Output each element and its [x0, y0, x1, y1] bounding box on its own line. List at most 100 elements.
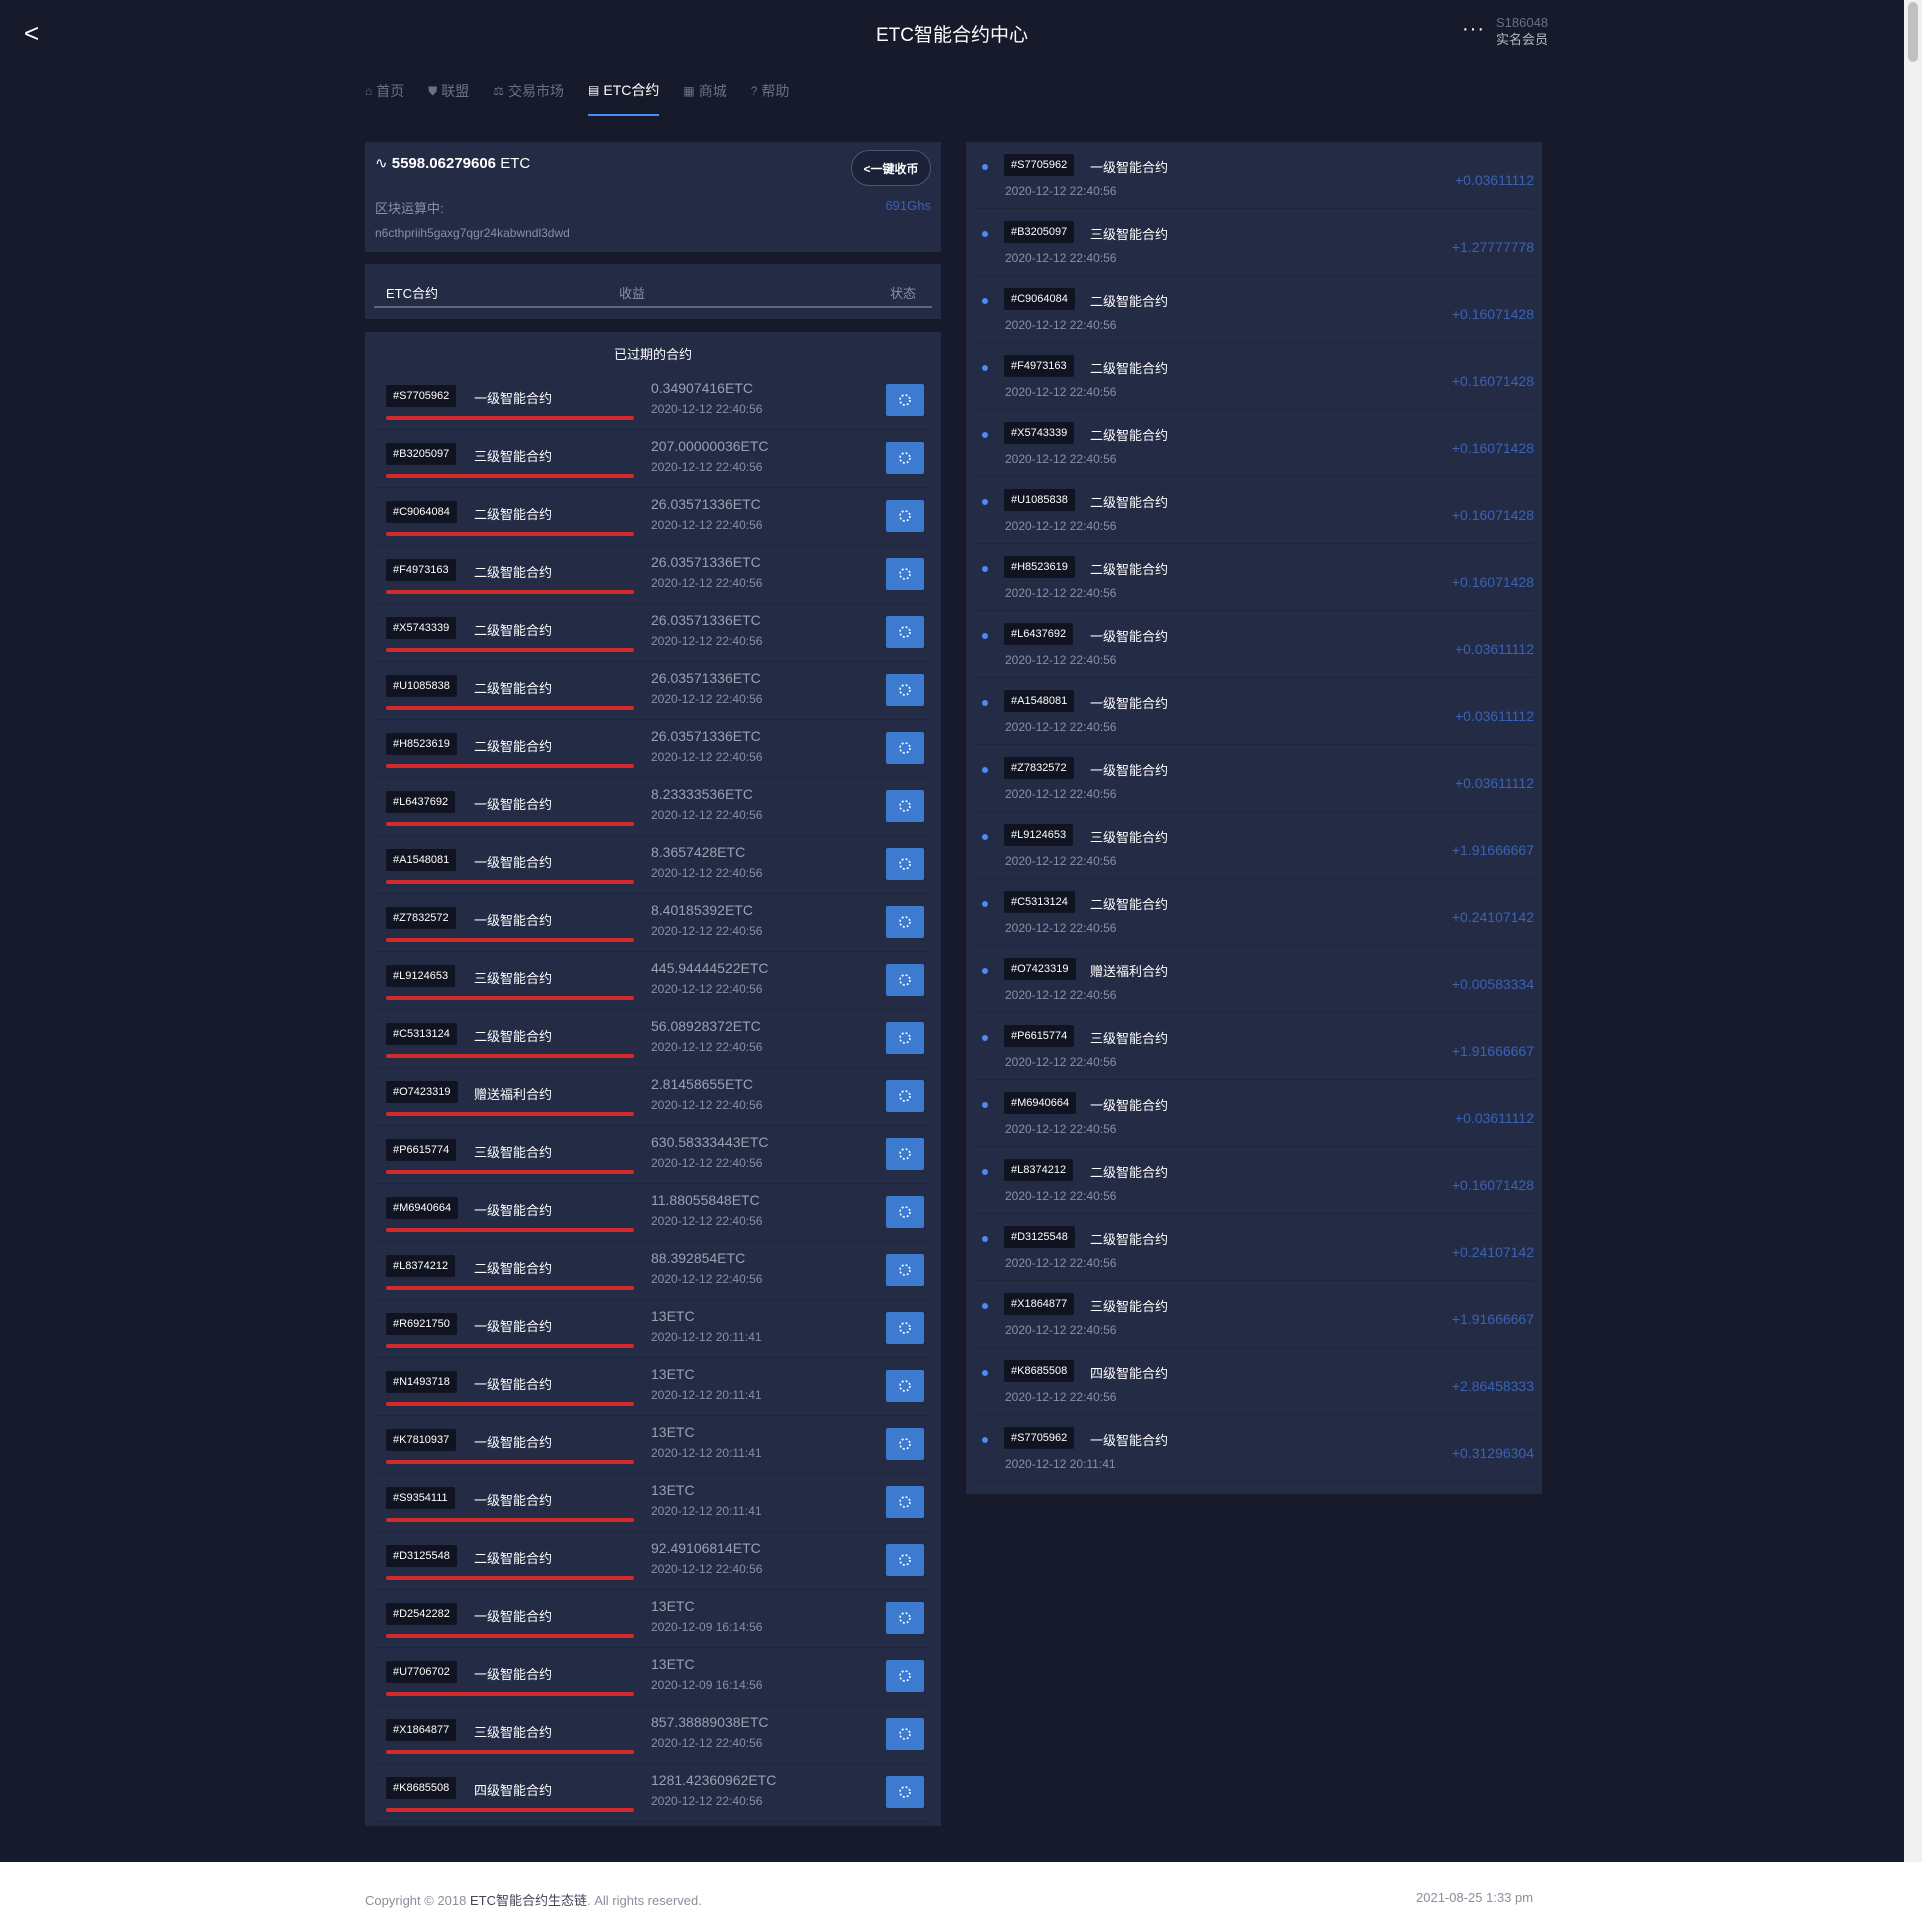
refresh-button[interactable]: [886, 1486, 924, 1518]
earning-gain: +0.03611112: [1454, 708, 1534, 724]
refresh-icon: [899, 1322, 911, 1334]
header-status[interactable]: 状态: [890, 283, 916, 302]
refresh-button[interactable]: [886, 1544, 924, 1576]
contract-code: #U7706702: [386, 1661, 457, 1683]
refresh-button[interactable]: [886, 790, 924, 822]
refresh-button[interactable]: [886, 500, 924, 532]
user-tag: 实名会员: [1496, 32, 1549, 47]
contract-level: 赠送福利合约: [1090, 964, 1169, 979]
tab-icon: ▤: [588, 83, 600, 97]
bullet-dot: [982, 566, 988, 572]
earning-time: 2020-12-12 20:11:41: [1005, 1457, 1116, 1471]
earning-gain: +0.16071428: [1451, 440, 1534, 456]
contract-code: #K8685508: [386, 1777, 457, 1799]
user-info[interactable]: S186048 实名会员: [1496, 14, 1548, 48]
contract-time: 2020-12-12 22:40:56: [651, 1098, 763, 1112]
table-row: #X1864877 三级智能合约 857.38889038ETC 2020-12-12…: [374, 1706, 932, 1764]
contract-level: 赠送福利合约: [474, 1087, 553, 1102]
tab-5[interactable]: ? 帮助: [751, 80, 790, 116]
earning-gain: +0.03611112: [1454, 641, 1534, 657]
tab-0[interactable]: ⌂ 首页: [365, 80, 404, 116]
refresh-button[interactable]: [886, 1196, 924, 1228]
tab-4[interactable]: ▦ 商城: [683, 80, 726, 116]
progress-bar: [386, 590, 634, 594]
contract-code: #H8523619: [1004, 556, 1075, 578]
contract-amount: 8.23333536ETC: [651, 786, 753, 802]
refresh-button[interactable]: [886, 906, 924, 938]
earning-gain: +0.24107142: [1451, 1244, 1534, 1260]
refresh-button[interactable]: [886, 1776, 924, 1808]
table-row: #L8374212 二级智能合约 88.392854ETC 2020-12-12 22…: [374, 1242, 932, 1300]
refresh-button[interactable]: [886, 964, 924, 996]
refresh-button[interactable]: [886, 1080, 924, 1112]
contract-time: 2020-12-12 20:11:41: [651, 1330, 762, 1344]
refresh-button[interactable]: [886, 1254, 924, 1286]
tab-icon: ⚖: [493, 84, 505, 98]
contract-level: 二级智能合约: [474, 1261, 553, 1276]
refresh-button[interactable]: [886, 732, 924, 764]
refresh-button[interactable]: [886, 1138, 924, 1170]
refresh-button[interactable]: [886, 848, 924, 880]
contract-level: 一级智能合约: [1090, 763, 1169, 778]
wallet-panel: ∿ 5598.06279606 ETC <一键收币 区块运算中: 691Ghs …: [365, 142, 941, 252]
contract-level: 三级智能合约: [1090, 1031, 1169, 1046]
bullet-dot: [982, 231, 988, 237]
refresh-button[interactable]: [886, 1602, 924, 1634]
bullet-dot: [982, 1236, 988, 1242]
tab-3[interactable]: ▤ ETC合约: [588, 80, 660, 116]
tab-1[interactable]: ⛊ 联盟: [428, 80, 469, 116]
contract-code: #O7423319: [1004, 958, 1076, 980]
contract-code: #D2542282: [386, 1603, 457, 1625]
tab-icon: ⛊: [428, 83, 438, 98]
scrollbar-thumb[interactable]: [1908, 2, 1918, 62]
contract-level: 二级智能合约: [474, 623, 553, 638]
contract-amount: 13ETC: [651, 1308, 695, 1324]
earning-gain: +0.16071428: [1451, 507, 1534, 523]
user-id: S186048: [1496, 15, 1549, 30]
contract-level: 二级智能合约: [474, 507, 553, 522]
list-item: #S7705962 一级智能合约 2020-12-12 22:40:56 +0.036…: [974, 142, 1534, 209]
contract-level: 二级智能合约: [1090, 1232, 1169, 1247]
refresh-button[interactable]: [886, 1718, 924, 1750]
refresh-button[interactable]: [886, 1660, 924, 1692]
contract-code: #X1864877: [1004, 1293, 1075, 1315]
more-menu-icon[interactable]: ···: [1462, 18, 1485, 41]
collect-all-button[interactable]: <一键收币: [851, 150, 931, 186]
contract-time: 2020-12-12 22:40:56: [651, 634, 763, 648]
refresh-button[interactable]: [886, 674, 924, 706]
refresh-button[interactable]: [886, 384, 924, 416]
contract-level: 二级智能合约: [474, 681, 553, 696]
refresh-icon: [899, 1554, 911, 1566]
header-contract[interactable]: ETC合约: [386, 283, 438, 302]
copyright: Copyright © 2018 ETC智能合约生态链. All rights …: [365, 1890, 702, 1909]
contract-code: #L8374212: [386, 1255, 456, 1277]
header-earnings[interactable]: 收益: [619, 283, 645, 302]
earning-time: 2020-12-12 22:40:56: [1005, 921, 1117, 935]
page-scrollbar[interactable]: [1904, 0, 1922, 1862]
refresh-button[interactable]: [886, 442, 924, 474]
list-item: #P6615774 三级智能合约 2020-12-12 22:40:56 +1.916…: [974, 1013, 1534, 1080]
tab-icon: ▦: [683, 84, 695, 98]
progress-bar: [386, 1692, 634, 1696]
contract-time: 2020-12-12 22:40:56: [651, 1794, 763, 1808]
table-row: #N1493718 一级智能合约 13ETC 2020-12-12 20:11:41: [374, 1358, 932, 1416]
refresh-button[interactable]: [886, 1022, 924, 1054]
progress-bar: [386, 822, 634, 826]
refresh-icon: [899, 1496, 911, 1508]
refresh-button[interactable]: [886, 1370, 924, 1402]
earning-gain: +0.16071428: [1451, 1177, 1534, 1193]
refresh-button[interactable]: [886, 1428, 924, 1460]
progress-bar: [386, 1344, 634, 1348]
contract-amount: 88.392854ETC: [651, 1250, 746, 1266]
earning-gain: +0.16071428: [1451, 574, 1534, 590]
list-item: #C5313124 二级智能合约 2020-12-12 22:40:56 +0.241…: [974, 879, 1534, 946]
refresh-button[interactable]: [886, 558, 924, 590]
refresh-button[interactable]: [886, 1312, 924, 1344]
contract-code: #F4973163: [386, 559, 456, 581]
tab-2[interactable]: ⚖ 交易市场: [493, 80, 564, 116]
tab-label: 联盟: [441, 83, 470, 99]
copyright-brand[interactable]: ETC智能合约生态链: [470, 1893, 587, 1908]
contract-amount: 13ETC: [651, 1424, 695, 1440]
contract-code: #K8685508: [1004, 1360, 1075, 1382]
refresh-button[interactable]: [886, 616, 924, 648]
